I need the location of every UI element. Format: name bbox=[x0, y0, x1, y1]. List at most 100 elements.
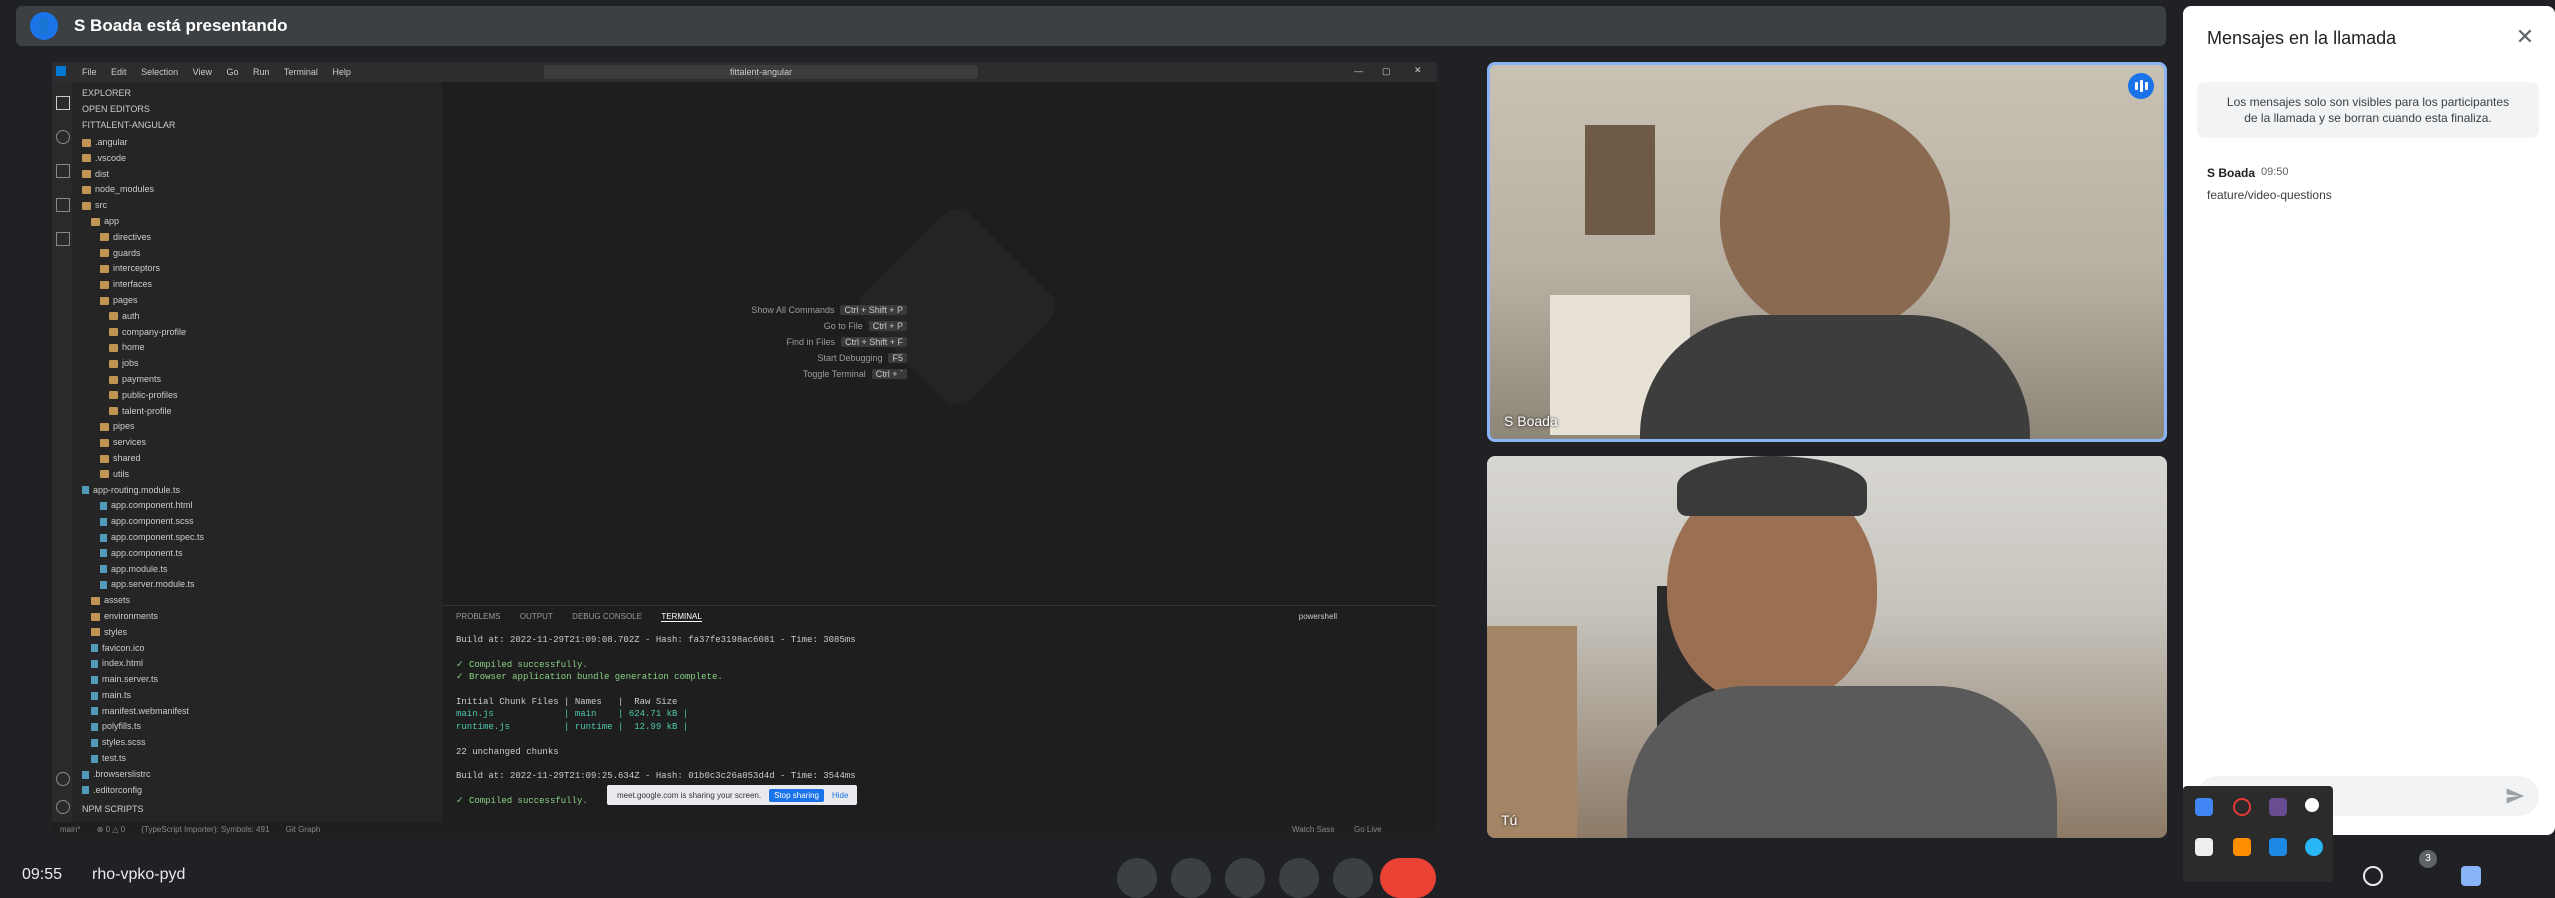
raise-hand-button[interactable] bbox=[1225, 858, 1265, 898]
extensions-icon[interactable] bbox=[56, 232, 70, 246]
info-icon[interactable] bbox=[2305, 798, 2319, 812]
menu-file[interactable]: File bbox=[82, 67, 97, 77]
tree-item[interactable]: app-routing.module.ts bbox=[82, 483, 422, 499]
app-icon-circle[interactable] bbox=[2305, 838, 2323, 856]
tree-item[interactable]: .vscode bbox=[82, 151, 422, 167]
present-button[interactable] bbox=[1279, 858, 1319, 898]
chat-icon[interactable] bbox=[2461, 866, 2481, 886]
minimize-icon[interactable]: — bbox=[1354, 66, 1363, 76]
watch-sass-status[interactable]: Watch Sass bbox=[1292, 822, 1334, 838]
go-live-status[interactable]: Go Live bbox=[1354, 822, 1382, 838]
git-graph-status[interactable]: Git Graph bbox=[286, 825, 321, 834]
tree-item[interactable]: app.component.spec.ts bbox=[82, 530, 422, 546]
hide-button[interactable]: Hide bbox=[832, 791, 848, 800]
menu-help[interactable]: Help bbox=[332, 67, 351, 77]
tree-item[interactable]: company-profile bbox=[82, 325, 422, 341]
tree-item[interactable]: .editorconfig bbox=[82, 783, 422, 799]
tree-item[interactable]: .angular bbox=[82, 135, 422, 151]
explorer-icon[interactable] bbox=[56, 96, 70, 110]
tree-item[interactable]: node_modules bbox=[82, 182, 422, 198]
info-icon[interactable] bbox=[2363, 866, 2383, 886]
tree-item[interactable]: auth bbox=[82, 309, 422, 325]
tree-item[interactable]: environments bbox=[82, 609, 422, 625]
vlc-icon[interactable] bbox=[2233, 838, 2251, 856]
tree-item[interactable]: app.component.ts bbox=[82, 546, 422, 562]
tree-item[interactable]: app.server.module.ts bbox=[82, 577, 422, 593]
tab-debug-console[interactable]: DEBUG CONSOLE bbox=[572, 612, 642, 621]
drive-icon[interactable] bbox=[2195, 798, 2213, 816]
tree-item[interactable]: favicon.ico bbox=[82, 641, 422, 657]
command-center[interactable]: fittalent-angular bbox=[544, 65, 978, 79]
tab-terminal[interactable]: TERMINAL bbox=[661, 612, 702, 622]
branch-status[interactable]: main* bbox=[60, 825, 80, 834]
tab-output[interactable]: OUTPUT bbox=[520, 612, 553, 621]
tree-item[interactable]: main.ts bbox=[82, 688, 422, 704]
menu-terminal[interactable]: Terminal bbox=[284, 67, 318, 77]
tree-item[interactable]: utils bbox=[82, 467, 422, 483]
tree-item[interactable]: guards bbox=[82, 246, 422, 262]
tree-item[interactable]: styles.scss bbox=[82, 735, 422, 751]
tree-item[interactable]: main.server.ts bbox=[82, 672, 422, 688]
tree-item[interactable]: pages bbox=[82, 293, 422, 309]
send-icon[interactable] bbox=[2505, 786, 2525, 806]
menu-go[interactable]: Go bbox=[226, 67, 238, 77]
npm-scripts-header[interactable]: NPM SCRIPTS bbox=[82, 804, 144, 814]
app-icon-blue[interactable] bbox=[2269, 838, 2287, 856]
tree-item[interactable]: index.html bbox=[82, 656, 422, 672]
menu-selection[interactable]: Selection bbox=[141, 67, 178, 77]
tree-item[interactable]: app bbox=[82, 214, 422, 230]
shell-label[interactable]: powershell bbox=[1299, 612, 1337, 621]
menu-view[interactable]: View bbox=[193, 67, 212, 77]
tree-item[interactable]: src bbox=[82, 198, 422, 214]
tree-item[interactable]: polyfills.ts bbox=[82, 719, 422, 735]
tab-problems[interactable]: PROBLEMS bbox=[456, 612, 500, 621]
tree-item[interactable]: jobs bbox=[82, 356, 422, 372]
project-root[interactable]: FITTALENT-ANGULAR bbox=[82, 120, 175, 130]
problems-status[interactable]: ⊗ 0 △ 0 bbox=[97, 825, 125, 834]
feather-icon[interactable] bbox=[2269, 798, 2287, 816]
more-options-button[interactable] bbox=[1333, 858, 1373, 898]
tree-item[interactable]: pipes bbox=[82, 419, 422, 435]
tree-item[interactable]: app.component.html bbox=[82, 498, 422, 514]
tree-item[interactable]: interceptors bbox=[82, 261, 422, 277]
tree-item[interactable]: home bbox=[82, 340, 422, 356]
account-icon[interactable] bbox=[56, 772, 70, 786]
wps-icon[interactable] bbox=[2195, 838, 2213, 856]
file-icon bbox=[91, 738, 98, 747]
gear-icon[interactable] bbox=[56, 800, 70, 814]
tree-item[interactable]: interfaces bbox=[82, 277, 422, 293]
language-status[interactable]: {TypeScript Importer}: Symbols: 491 bbox=[141, 825, 269, 834]
close-icon[interactable]: ✕ bbox=[2513, 26, 2537, 50]
participant-tile-s-boada[interactable]: S Boada bbox=[1487, 62, 2167, 442]
tree-item[interactable]: talent-profile bbox=[82, 404, 422, 420]
close-window-icon[interactable]: ✕ bbox=[1414, 65, 1422, 76]
source-control-icon[interactable] bbox=[56, 164, 70, 178]
tree-item[interactable]: shared bbox=[82, 451, 422, 467]
maximize-icon[interactable]: ▢ bbox=[1382, 66, 1391, 77]
open-editors-header[interactable]: OPEN EDITORS bbox=[82, 104, 150, 114]
menu-run[interactable]: Run bbox=[253, 67, 270, 77]
end-call-button[interactable] bbox=[1380, 858, 1436, 898]
run-debug-icon[interactable] bbox=[56, 198, 70, 212]
participant-tile-self[interactable]: Tú bbox=[1487, 456, 2167, 838]
tree-item[interactable]: styles bbox=[82, 625, 422, 641]
search-icon[interactable] bbox=[56, 130, 70, 144]
microphone-button[interactable] bbox=[1117, 858, 1157, 898]
tree-item[interactable]: test.ts bbox=[82, 751, 422, 767]
app-icon[interactable] bbox=[2233, 798, 2251, 816]
people-icon[interactable] bbox=[2413, 866, 2433, 886]
tree-item[interactable]: public-profiles bbox=[82, 388, 422, 404]
camera-button[interactable] bbox=[1171, 858, 1211, 898]
tree-item[interactable]: assets bbox=[82, 593, 422, 609]
tree-item[interactable]: manifest.webmanifest bbox=[82, 704, 422, 720]
tree-item[interactable]: services bbox=[82, 435, 422, 451]
menu-edit[interactable]: Edit bbox=[111, 67, 127, 77]
activities-icon[interactable] bbox=[2509, 866, 2529, 886]
tree-item[interactable]: payments bbox=[82, 372, 422, 388]
tree-item[interactable]: app.component.scss bbox=[82, 514, 422, 530]
tree-item[interactable]: app.module.ts bbox=[82, 562, 422, 578]
tree-item[interactable]: dist bbox=[82, 167, 422, 183]
tree-item[interactable]: .browserslistrc bbox=[82, 767, 422, 783]
stop-sharing-button[interactable]: Stop sharing bbox=[769, 788, 824, 802]
tree-item[interactable]: directives bbox=[82, 230, 422, 246]
